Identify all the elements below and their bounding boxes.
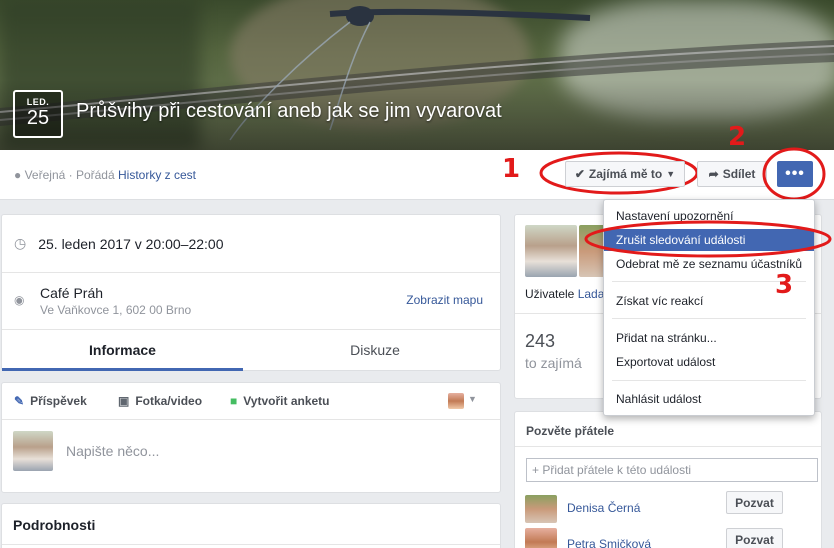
interested-count[interactable]: 243 [525, 331, 555, 352]
composer-input[interactable]: Napište něco... [66, 443, 159, 459]
user-avatar [13, 431, 53, 471]
composer-tab-label: Vytvořit anketu [243, 394, 330, 408]
annotation-3: 3 [775, 270, 794, 300]
camera-icon: ▣ [118, 394, 130, 408]
friend-name-link[interactable]: Denisa Černá [567, 501, 640, 515]
location-pin-icon: ◉ [14, 293, 25, 307]
menu-item-report-event[interactable]: Nahlásit událost [604, 388, 814, 410]
share-label: Sdílet [722, 167, 756, 181]
globe-icon: ● [14, 168, 22, 182]
tab-informace[interactable]: Informace [2, 330, 243, 371]
place-address: Ve Vaňkovce 1, 602 00 Brno [40, 303, 192, 317]
details-card: Podrobnosti [1, 503, 501, 548]
annotation-2: 2 [728, 122, 747, 152]
share-button[interactable]: ➦ Sdílet [697, 161, 767, 187]
friend-avatar [525, 528, 557, 548]
interested-button[interactable]: ✔ Zajímá mě to ▼ [565, 161, 685, 187]
details-heading: Podrobnosti [13, 517, 96, 533]
annotation-1: 1 [502, 154, 521, 184]
event-day: 25 [26, 107, 50, 129]
datetime-row: ◷ 25. leden 2017 v 20:00–22:00 [14, 235, 512, 252]
post-composer: ✎ Příspěvek ▣ Fotka/video ■ Vytvořit ank… [1, 382, 501, 493]
invite-friends-card: Pozvěte přátele + Přidat přátele k této … [514, 411, 822, 548]
composer-tab-poll[interactable]: ■ Vytvořit anketu [230, 394, 330, 408]
event-datetime: 25. leden 2017 v 20:00–22:00 [38, 235, 224, 252]
event-privacy: ● Veřejná · Pořádá Historky z cest [14, 168, 196, 182]
invite-button[interactable]: Pozvat [726, 528, 783, 548]
show-map-link[interactable]: Zobrazit mapu [406, 293, 483, 307]
divider [2, 544, 500, 545]
users-prefix: Uživatele [525, 287, 575, 301]
composer-tab-photo[interactable]: ▣ Fotka/video [118, 394, 202, 408]
privacy-text: Veřejná · Pořádá [24, 168, 115, 182]
host-link[interactable]: Historky z cest [118, 168, 196, 182]
menu-separator [612, 380, 806, 381]
menu-separator [612, 318, 806, 319]
friend-avatar[interactable] [525, 225, 577, 277]
divider [2, 419, 500, 420]
place-name[interactable]: Café Práh [40, 285, 103, 301]
interested-label: Zajímá mě to [588, 167, 663, 181]
clock-icon: ◷ [14, 235, 27, 251]
caret-down-icon[interactable]: ▼ [468, 394, 477, 404]
cover-photo [0, 0, 834, 150]
invite-button[interactable]: Pozvat [726, 491, 783, 514]
check-icon: ✔ [574, 167, 585, 181]
divider [2, 272, 500, 273]
event-title: Průšvihy při cestování aneb jak se jim v… [76, 100, 502, 122]
invite-search-input[interactable]: + Přidat přátele k této události [526, 458, 818, 482]
divider [515, 446, 821, 447]
event-month: LED. [26, 97, 50, 107]
invite-heading: Pozvěte přátele [526, 424, 615, 438]
caret-down-icon: ▼ [666, 169, 676, 179]
event-info-card: ◷ 25. leden 2017 v 20:00–22:00 ◉ Café Pr… [1, 214, 501, 371]
composer-tab-post[interactable]: ✎ Příspěvek [14, 394, 87, 408]
share-arrow-icon: ➦ [708, 167, 719, 181]
tab-diskuze[interactable]: Diskuze [250, 330, 500, 370]
poll-icon: ■ [230, 394, 238, 408]
more-options-button[interactable]: ••• [777, 161, 813, 187]
friend-avatar [525, 495, 557, 523]
interested-count-label: to zajímá [525, 355, 582, 371]
event-date-badge: LED. 25 [13, 90, 63, 138]
menu-item-add-to-page[interactable]: Přidat na stránku... [604, 327, 814, 349]
annotation-circle-3 [584, 220, 832, 258]
composer-tab-label: Fotka/video [135, 394, 203, 408]
users-name-link[interactable]: Lada [578, 287, 605, 301]
menu-item-export-event[interactable]: Exportovat událost [604, 351, 814, 373]
posting-as-avatar[interactable] [448, 393, 464, 409]
pencil-icon: ✎ [14, 394, 25, 408]
composer-tab-label: Příspěvek [30, 394, 87, 408]
friend-name-link[interactable]: Petra Smičková [567, 537, 651, 548]
